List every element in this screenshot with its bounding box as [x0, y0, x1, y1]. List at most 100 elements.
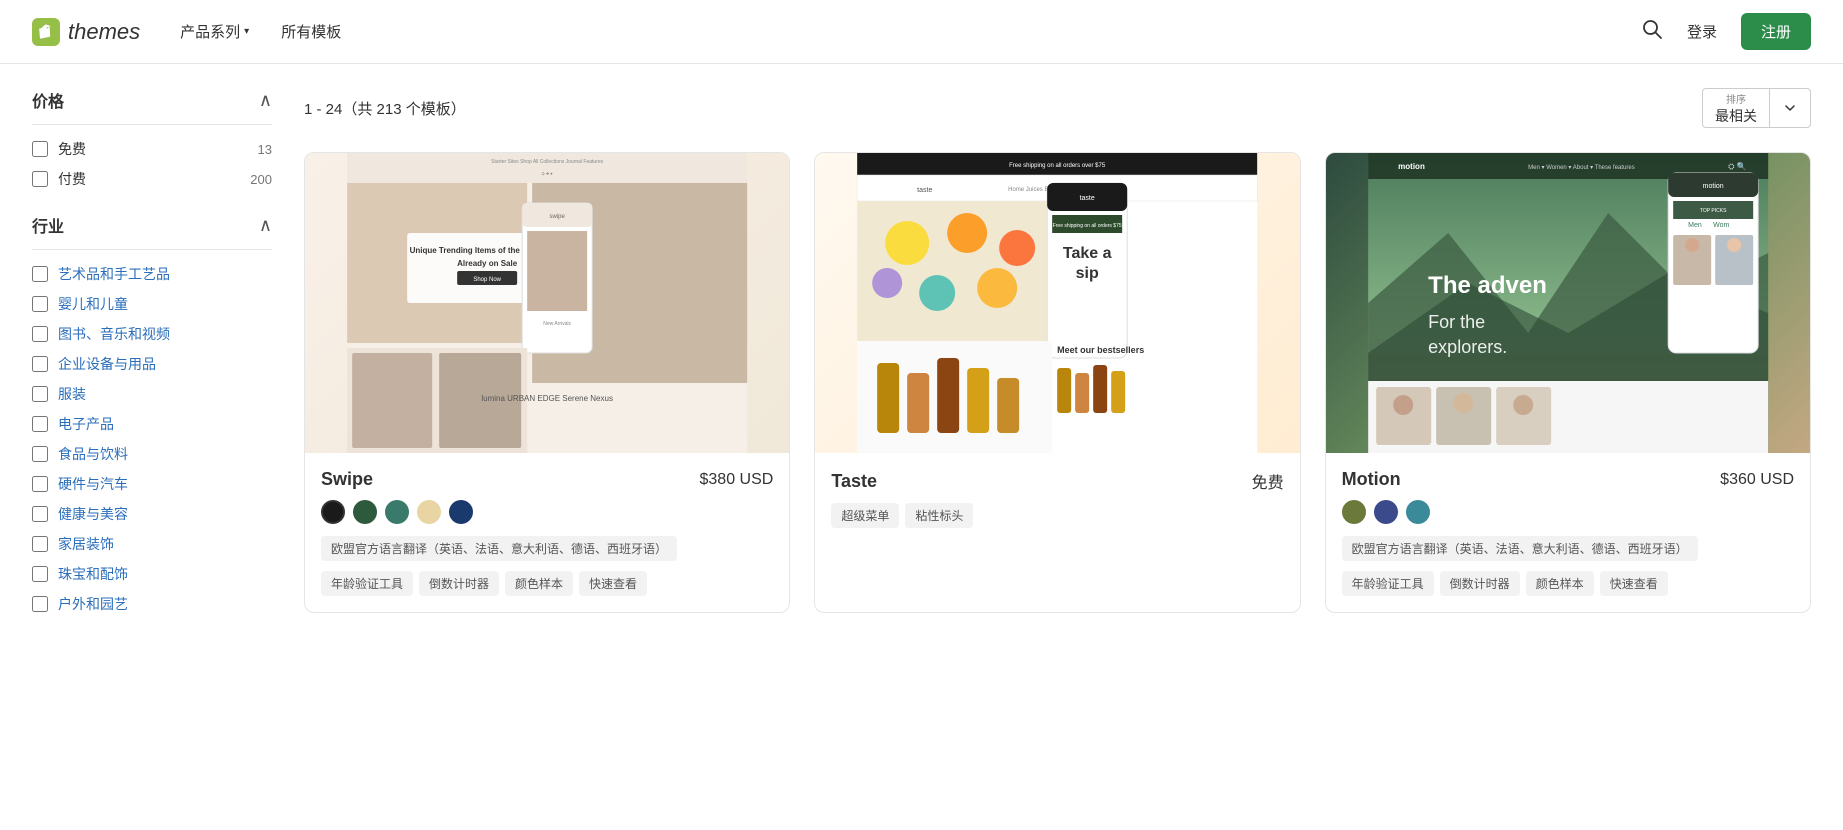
taste-card-body: Taste 免费 超级菜单 粘性标头	[815, 453, 1299, 544]
main-content: 1 - 24（共 213 个模板） 排序 最相关	[304, 88, 1811, 638]
swatch-cyan[interactable]	[1406, 500, 1430, 524]
industry-hardware[interactable]: 硬件与汽车	[32, 474, 272, 494]
swatch-teal[interactable]	[385, 500, 409, 524]
svg-text:Meet our bestsellers: Meet our bestsellers	[1057, 345, 1144, 355]
filter-item-paid[interactable]: 付费 200	[32, 169, 272, 189]
industry-arts-crafts[interactable]: 艺术品和手工艺品	[32, 264, 272, 284]
sort-control[interactable]: 排序 最相关	[1702, 88, 1811, 128]
outdoor-label: 户外和园艺	[58, 594, 128, 614]
register-button[interactable]: 注册	[1741, 13, 1811, 50]
books-checkbox[interactable]	[32, 326, 48, 342]
food-label: 食品与饮料	[58, 444, 128, 464]
industry-baby-kids[interactable]: 婴儿和儿童	[32, 294, 272, 314]
paid-checkbox[interactable]	[32, 171, 48, 187]
baby-kids-label: 婴儿和儿童	[58, 294, 128, 314]
svg-text:motion: motion	[1398, 162, 1425, 171]
industry-food[interactable]: 食品与饮料	[32, 444, 272, 464]
home-checkbox[interactable]	[32, 536, 48, 552]
svg-text:⛭ 🔍: ⛭ 🔍	[1728, 161, 1747, 171]
industry-jewelry[interactable]: 珠宝和配饰	[32, 564, 272, 584]
swipe-swatches	[321, 500, 773, 524]
hardware-checkbox[interactable]	[32, 476, 48, 492]
motion-card-image: motion Men ▾ Women ▾ About ▾ These featu…	[1326, 153, 1810, 453]
svg-text:Take a: Take a	[1063, 245, 1112, 262]
swipe-title-row: Swipe $380 USD	[321, 469, 773, 490]
swatch-blue[interactable]	[1374, 500, 1398, 524]
health-checkbox[interactable]	[32, 506, 48, 522]
jewelry-checkbox[interactable]	[32, 566, 48, 582]
clothing-checkbox[interactable]	[32, 386, 48, 402]
nav-link-all-templates[interactable]: 所有模板	[281, 21, 341, 42]
motion-description-tags: 欧盟官方语言翻译（英语、法语、意大利语、德语、西班牙语）	[1342, 536, 1794, 561]
price-filter-title: 价格	[32, 88, 64, 112]
svg-text:Wom: Wom	[1713, 222, 1729, 229]
price-filter-section: 价格 ∧ 免费 13 付费 200	[32, 88, 272, 189]
motion-title-row: Motion $360 USD	[1342, 469, 1794, 490]
free-checkbox[interactable]	[32, 141, 48, 157]
arts-crafts-checkbox[interactable]	[32, 266, 48, 282]
industry-electronics[interactable]: 电子产品	[32, 414, 272, 434]
food-checkbox[interactable]	[32, 446, 48, 462]
swatch-black[interactable]	[321, 500, 345, 524]
motion-description-tag: 欧盟官方语言翻译（英语、法语、意大利语、德语、西班牙语）	[1342, 536, 1698, 561]
paid-count: 200	[250, 172, 272, 187]
swatch-tan[interactable]	[417, 500, 441, 524]
industry-filter-header: 行业 ∧	[32, 213, 272, 250]
industry-outdoor[interactable]: 户外和园艺	[32, 594, 272, 614]
search-button[interactable]	[1641, 18, 1663, 46]
logo[interactable]: themes	[32, 18, 140, 46]
nav-link-products[interactable]: 产品系列 ▾	[180, 21, 249, 42]
svg-text:Free shipping on all orders ov: Free shipping on all orders over $75	[1009, 163, 1106, 169]
industry-filter-toggle[interactable]: ∧	[259, 215, 272, 236]
sort-dropdown-button[interactable]	[1770, 101, 1810, 115]
outdoor-checkbox[interactable]	[32, 596, 48, 612]
swatch-navy[interactable]	[449, 500, 473, 524]
theme-card-grid: Starter Sites Shop All Collections Journ…	[304, 152, 1811, 613]
svg-text:Free shipping on all orders $7: Free shipping on all orders $75	[1053, 223, 1122, 229]
price-filter-toggle[interactable]: ∧	[259, 90, 272, 111]
svg-text:Men: Men	[1688, 222, 1702, 229]
swipe-card-body: Swipe $380 USD 欧盟官方语言翻译（英语、法语、意大利语、德语、西班…	[305, 453, 789, 612]
swipe-price: $380 USD	[700, 471, 774, 489]
business-checkbox[interactable]	[32, 356, 48, 372]
sort-label: 排序 最相关	[1703, 89, 1770, 127]
shopify-logo-icon	[32, 18, 60, 46]
industry-business[interactable]: 企业设备与用品	[32, 354, 272, 374]
taste-card-image: Free shipping on all orders over $75 tas…	[815, 153, 1299, 453]
swatch-olive[interactable]	[1342, 500, 1366, 524]
swatch-dark-green[interactable]	[353, 500, 377, 524]
industry-clothing[interactable]: 服装	[32, 384, 272, 404]
industry-home[interactable]: 家居装饰	[32, 534, 272, 554]
swipe-preview-image: Starter Sites Shop All Collections Journ…	[305, 153, 789, 453]
baby-kids-checkbox[interactable]	[32, 296, 48, 312]
theme-card-swipe: Starter Sites Shop All Collections Journ…	[304, 152, 790, 613]
taste-tag-megamenu: 超级菜单	[831, 503, 899, 528]
taste-title-row: Taste 免费	[831, 469, 1283, 493]
motion-tag-color: 颜色样本	[1526, 571, 1594, 596]
motion-swatches	[1342, 500, 1794, 524]
free-label: 免费	[58, 139, 248, 159]
taste-title: Taste	[831, 471, 877, 492]
results-header: 1 - 24（共 213 个模板） 排序 最相关	[304, 88, 1811, 128]
svg-text:Already on Sale: Already on Sale	[457, 259, 518, 268]
swipe-tag-age: 年龄验证工具	[321, 571, 413, 596]
industry-books[interactable]: 图书、音乐和视频	[32, 324, 272, 344]
free-count: 13	[258, 142, 272, 157]
swipe-tag-countdown: 倒数计时器	[419, 571, 499, 596]
swipe-description-tags: 欧盟官方语言翻译（英语、法语、意大利语、德语、西班牙语）	[321, 536, 773, 561]
industry-health[interactable]: 健康与美容	[32, 504, 272, 524]
motion-tag-quickview: 快速查看	[1600, 571, 1668, 596]
svg-text:Shop Now: Shop Now	[473, 277, 501, 283]
taste-price: 免费	[1252, 469, 1284, 493]
motion-card-body: Motion $360 USD 欧盟官方语言翻译（英语、法语、意大利语、德语、西…	[1326, 453, 1810, 612]
svg-text:For the: For the	[1428, 312, 1485, 332]
svg-text:The adven: The adven	[1428, 272, 1547, 299]
page-body: 价格 ∧ 免费 13 付费 200 行业 ∧ 艺术品和手工艺品	[0, 64, 1843, 662]
motion-price: $360 USD	[1720, 471, 1794, 489]
swipe-feature-tags: 年龄验证工具 倒数计时器 颜色样本 快速查看	[321, 571, 773, 596]
svg-text:New Arrivals: New Arrivals	[543, 321, 571, 327]
filter-item-free[interactable]: 免费 13	[32, 139, 272, 159]
swipe-tag-quickview: 快速查看	[579, 571, 647, 596]
login-button[interactable]: 登录	[1687, 21, 1717, 42]
electronics-checkbox[interactable]	[32, 416, 48, 432]
